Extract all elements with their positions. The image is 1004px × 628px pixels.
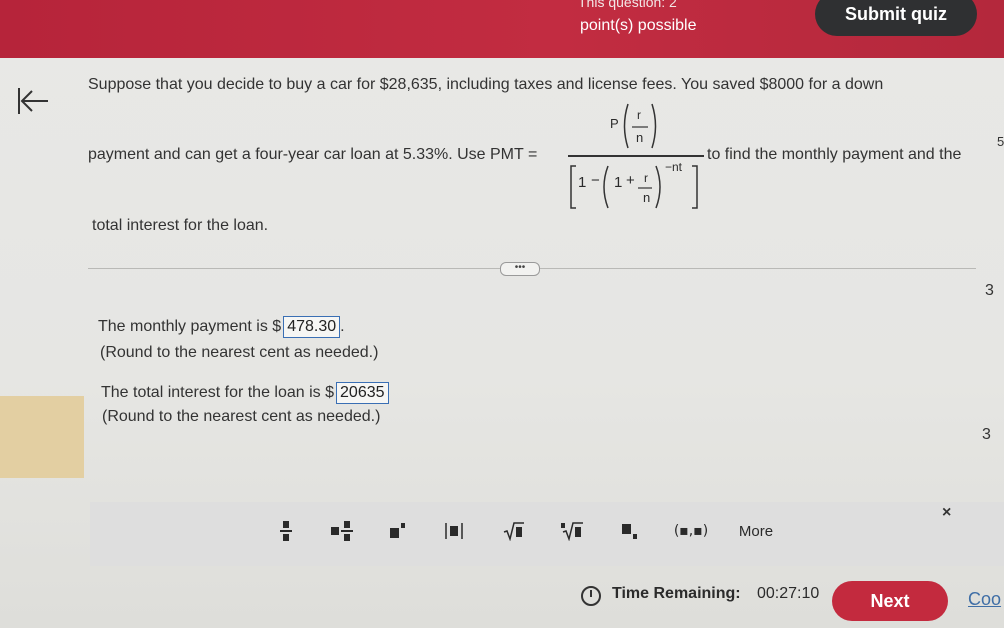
ordered-pair-icon: (▪,▪) [673, 523, 709, 539]
monthly-payment-prefix: The monthly payment is $ [98, 318, 282, 335]
exponent-button[interactable] [378, 516, 418, 546]
formula-one: 1 [578, 174, 587, 191]
formula-minus: − [591, 172, 600, 189]
side-number-top: 3 [985, 282, 994, 299]
question-text-line3: total interest for the loan. [92, 217, 269, 234]
formula-r-top: r [637, 108, 641, 122]
submit-quiz-button[interactable]: Submit quiz [815, 0, 977, 36]
mixed-number-icon [331, 521, 353, 541]
formula-exponent: −nt [665, 160, 683, 174]
next-button[interactable]: Next [832, 581, 948, 621]
time-remaining-label: Time Remaining: [612, 585, 741, 602]
side-number-mid: 3 [982, 426, 991, 443]
square-root-button[interactable] [494, 516, 534, 546]
total-interest-prefix: The total interest for the loan is $ [101, 384, 335, 401]
formula-principal: P [610, 116, 619, 131]
points-label: point(s) possible [580, 17, 697, 34]
fraction-icon [280, 521, 292, 541]
nth-root-icon [561, 522, 583, 541]
formula-denominator-brackets [570, 165, 698, 209]
monthly-payment-line: The monthly payment is $478.30. [98, 316, 345, 338]
total-interest-input[interactable]: 20635 [336, 382, 389, 404]
total-interest-line: The total interest for the loan is $2063… [101, 382, 389, 404]
question-text-line1: Suppose that you decide to buy a car for… [88, 76, 884, 93]
formula-fraction-bar [568, 155, 704, 157]
square-root-icon [503, 522, 524, 541]
subscript-icon [622, 524, 637, 539]
close-icon[interactable]: × [942, 504, 951, 522]
math-toolbar: (▪,▪) More × [90, 502, 1004, 566]
round-instruction-2: (Round to the nearest cent as needed.) [102, 408, 381, 425]
round-instruction-1: (Round to the nearest cent as needed.) [100, 344, 379, 361]
cookie-link[interactable]: Coo [968, 589, 1001, 610]
expand-dots-button[interactable]: ••• [500, 262, 540, 276]
question-number-label: This question: 2 [578, 0, 677, 10]
left-side-tab [0, 396, 84, 478]
top-bar: This question: 2 point(s) possible Submi… [0, 0, 1004, 58]
formula-r-bottom: r [644, 171, 648, 185]
side-number-edge: 5 [997, 134, 1004, 149]
absolute-value-button[interactable] [434, 516, 474, 546]
formula-n-bottom: n [643, 190, 651, 205]
formula-plus: + [626, 172, 635, 189]
mixed-number-button[interactable] [322, 516, 362, 546]
formula-one-inner: 1 [614, 174, 623, 191]
question-text-line2-end: to find the monthly payment and the [707, 146, 962, 163]
more-button[interactable]: More [726, 516, 786, 546]
back-arrow-icon[interactable] [16, 86, 50, 116]
clock-icon [581, 586, 601, 606]
formula-n-top: n [636, 130, 644, 145]
absolute-value-icon [445, 523, 463, 539]
time-remaining-value: 00:27:10 [757, 585, 820, 602]
question-text-line2: payment and can get a four-year car loan… [88, 146, 538, 163]
monthly-payment-input[interactable]: 478.30 [283, 316, 341, 338]
fraction-button[interactable] [266, 516, 306, 546]
monthly-payment-suffix: . [340, 318, 345, 335]
nth-root-button[interactable] [552, 516, 592, 546]
exponent-icon [390, 523, 405, 538]
subscript-button[interactable] [610, 516, 650, 546]
ordered-pair-button[interactable]: (▪,▪) [668, 516, 714, 546]
